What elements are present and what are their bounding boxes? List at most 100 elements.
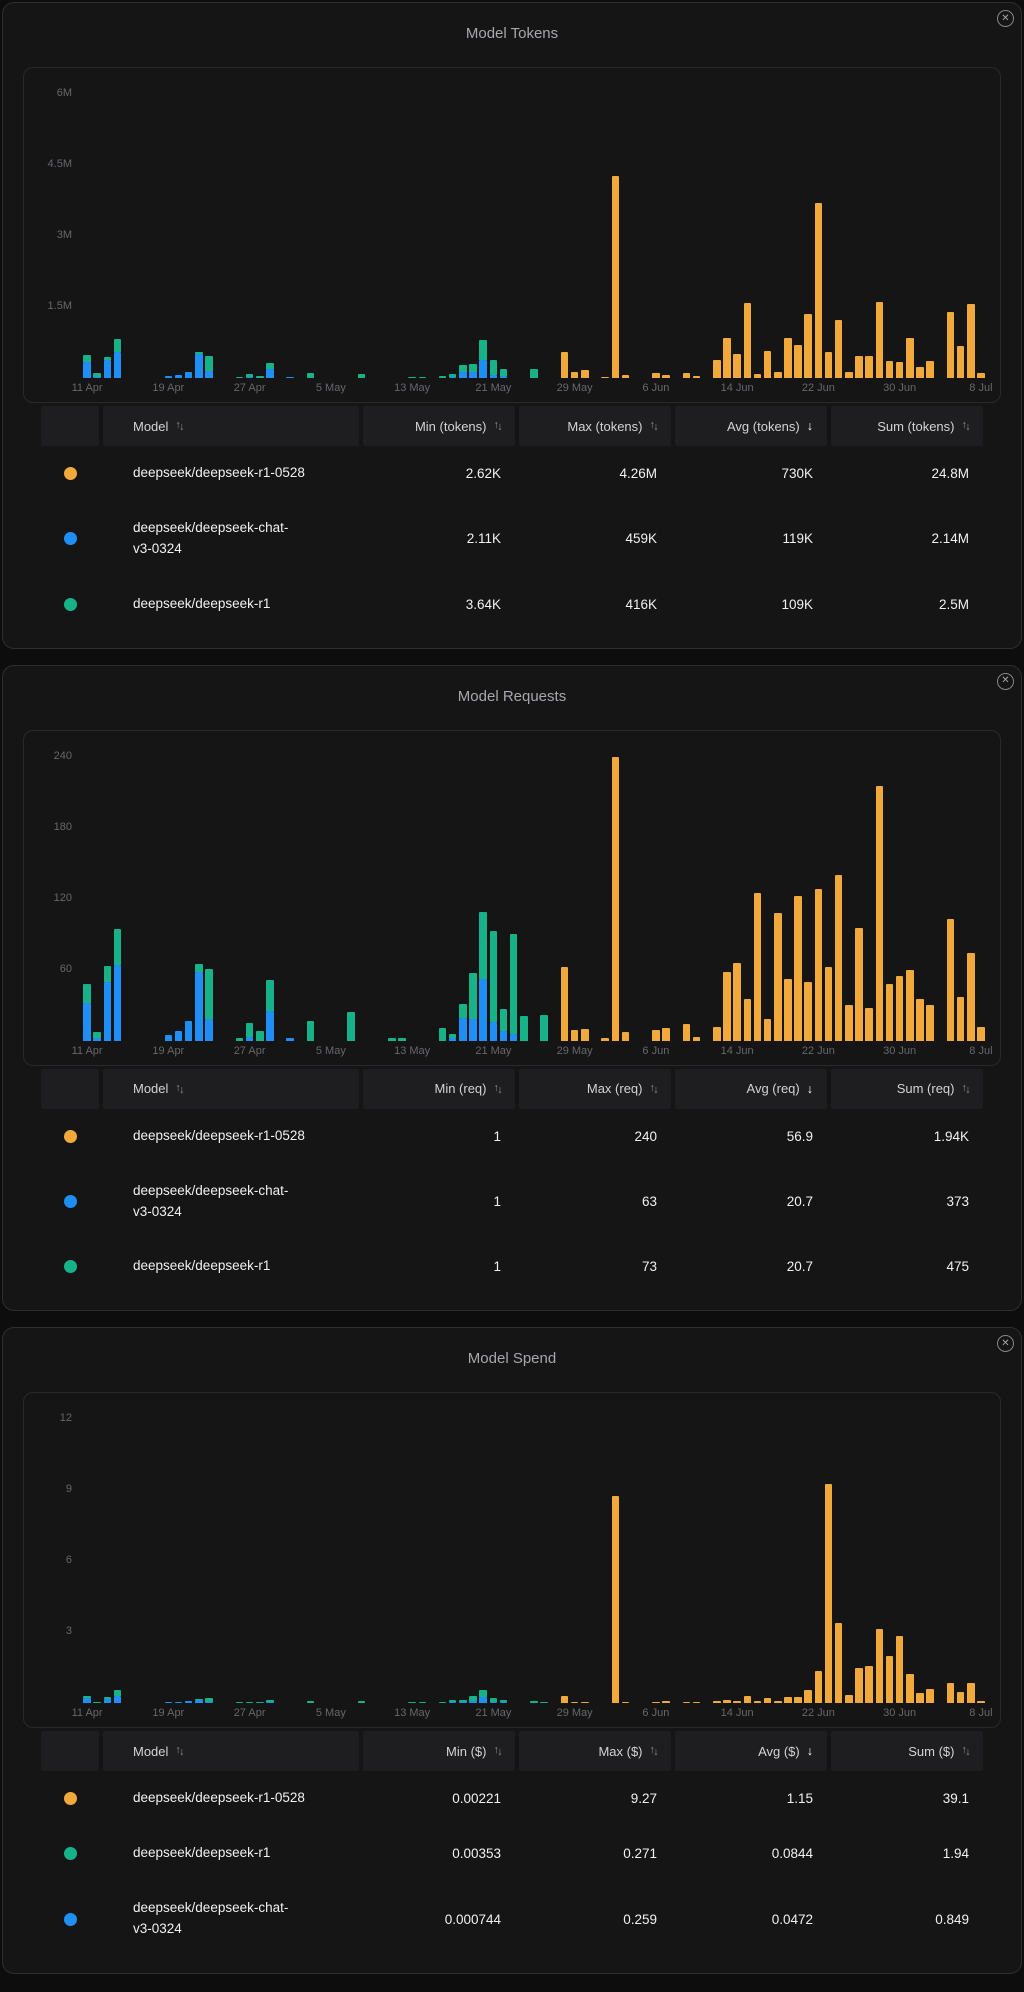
bar-segment[interactable] <box>713 1701 721 1704</box>
bar-segment[interactable] <box>824 967 833 1041</box>
bar-segment[interactable] <box>570 372 579 378</box>
bar-segment[interactable] <box>113 929 122 965</box>
bar-segment[interactable] <box>560 1695 569 1704</box>
bar-segment[interactable] <box>682 373 691 378</box>
sort-updown-icon[interactable]: ↑↓ <box>650 419 659 433</box>
header-cell-max-[interactable]: Max ($) ↑↓ <box>519 1731 671 1772</box>
bar-segment[interactable] <box>946 311 955 378</box>
bar-segment[interactable] <box>499 1699 508 1702</box>
bar-segment[interactable] <box>418 376 427 378</box>
bar-segment[interactable] <box>763 1698 772 1704</box>
bar-segment[interactable] <box>489 1698 498 1702</box>
bar-segment[interactable] <box>499 1008 508 1032</box>
column-label[interactable]: Min (req) <box>434 1081 486 1096</box>
bar-segment[interactable] <box>93 373 101 377</box>
bar-segment[interactable] <box>205 968 213 1020</box>
bar-segment[interactable] <box>824 351 833 378</box>
sort-updown-icon[interactable]: ↑↓ <box>175 1082 184 1096</box>
bar-segment[interactable] <box>469 973 477 1020</box>
column-label[interactable]: Sum ($) <box>908 1744 954 1759</box>
header-cell-sum-tokens-[interactable]: Sum (tokens) ↑↓ <box>831 406 983 446</box>
bar-segment[interactable] <box>814 202 823 378</box>
bar-segment[interactable] <box>235 1701 244 1704</box>
bar-segment[interactable] <box>459 372 467 378</box>
bar-segment[interactable] <box>448 1038 457 1041</box>
bar-segment[interactable] <box>916 999 924 1041</box>
sort-desc-icon[interactable]: ↓ <box>807 1744 813 1758</box>
bar-segment[interactable] <box>509 934 518 1034</box>
bar-segment[interactable] <box>83 1695 91 1699</box>
bar-segment[interactable] <box>479 911 487 980</box>
bar-segment[interactable] <box>723 1699 731 1704</box>
column-label[interactable]: Avg (tokens) <box>727 419 800 434</box>
bar-segment[interactable] <box>855 928 863 1041</box>
header-cell-model[interactable]: Model ↑↓ <box>103 406 359 446</box>
bar-segment[interactable] <box>205 1697 213 1702</box>
bar-segment[interactable] <box>895 975 904 1041</box>
bar-segment[interactable] <box>103 1698 112 1704</box>
bar-segment[interactable] <box>469 1701 477 1704</box>
sort-updown-icon[interactable]: ↑↓ <box>650 1082 659 1096</box>
bar-segment[interactable] <box>540 1014 548 1041</box>
bar-segment[interactable] <box>459 1018 467 1041</box>
bar-segment[interactable] <box>794 344 802 378</box>
header-cell-min-req-[interactable]: Min (req) ↑↓ <box>363 1068 515 1109</box>
bar-segment[interactable] <box>174 1031 183 1041</box>
bar-segment[interactable] <box>804 1690 812 1704</box>
bar-segment[interactable] <box>245 376 254 378</box>
bar-segment[interactable] <box>164 375 173 378</box>
bar-segment[interactable] <box>357 373 366 378</box>
bar-segment[interactable] <box>652 1701 660 1704</box>
bar-segment[interactable] <box>103 1697 112 1699</box>
column-label[interactable]: Model <box>133 1744 168 1759</box>
bar-segment[interactable] <box>499 1031 508 1041</box>
bar-segment[interactable] <box>83 355 91 363</box>
bar-segment[interactable] <box>885 361 894 378</box>
bar-segment[interactable] <box>245 1022 254 1038</box>
close-icon[interactable]: ✕ <box>997 10 1014 27</box>
bar-segment[interactable] <box>459 365 467 373</box>
bar-segment[interactable] <box>824 1484 833 1704</box>
bar-segment[interactable] <box>652 373 660 378</box>
bar-segment[interactable] <box>865 1007 873 1041</box>
bar-segment[interactable] <box>804 314 812 378</box>
bar-segment[interactable] <box>855 1667 863 1704</box>
bar-segment[interactable] <box>174 1701 183 1704</box>
bar-segment[interactable] <box>956 346 965 378</box>
bar-segment[interactable] <box>195 351 203 355</box>
bar-segment[interactable] <box>814 1671 823 1704</box>
bar-segment[interactable] <box>438 1027 447 1041</box>
bar-segment[interactable] <box>784 1697 792 1704</box>
column-label[interactable]: Avg ($) <box>758 1744 800 1759</box>
bar-segment[interactable] <box>794 1696 802 1704</box>
column-label[interactable]: Sum (req) <box>897 1081 955 1096</box>
bar-segment[interactable] <box>682 1701 691 1704</box>
bar-segment[interactable] <box>184 371 193 378</box>
bar-segment[interactable] <box>662 1027 670 1041</box>
bar-segment[interactable] <box>256 375 264 378</box>
header-cell-sum-req-[interactable]: Sum (req) ↑↓ <box>831 1068 983 1109</box>
bar-segment[interactable] <box>479 359 487 378</box>
column-label[interactable]: Model <box>133 419 168 434</box>
bar-segment[interactable] <box>448 1033 457 1039</box>
bar-segment[interactable] <box>266 362 274 369</box>
bar-segment[interactable] <box>946 1683 955 1704</box>
bar-segment[interactable] <box>753 892 762 1041</box>
bar-segment[interactable] <box>855 356 863 378</box>
sort-updown-icon[interactable]: ↑↓ <box>494 1744 503 1758</box>
bar-segment[interactable] <box>621 1701 630 1704</box>
bar-segment[interactable] <box>520 1015 528 1041</box>
bar-segment[interactable] <box>195 972 203 1041</box>
bar-segment[interactable] <box>743 1696 752 1704</box>
bar-segment[interactable] <box>499 376 508 378</box>
header-cell-max-tokens-[interactable]: Max (tokens) ↑↓ <box>519 406 671 446</box>
sort-updown-icon[interactable]: ↑↓ <box>650 1744 659 1758</box>
bar-segment[interactable] <box>306 1701 315 1704</box>
bar-segment[interactable] <box>926 1005 934 1041</box>
bar-segment[interactable] <box>489 930 498 1022</box>
bar-segment[interactable] <box>235 376 244 378</box>
bar-segment[interactable] <box>895 362 904 378</box>
bar-segment[interactable] <box>713 1026 721 1041</box>
bar-segment[interactable] <box>906 969 914 1041</box>
bar-segment[interactable] <box>885 1656 894 1704</box>
